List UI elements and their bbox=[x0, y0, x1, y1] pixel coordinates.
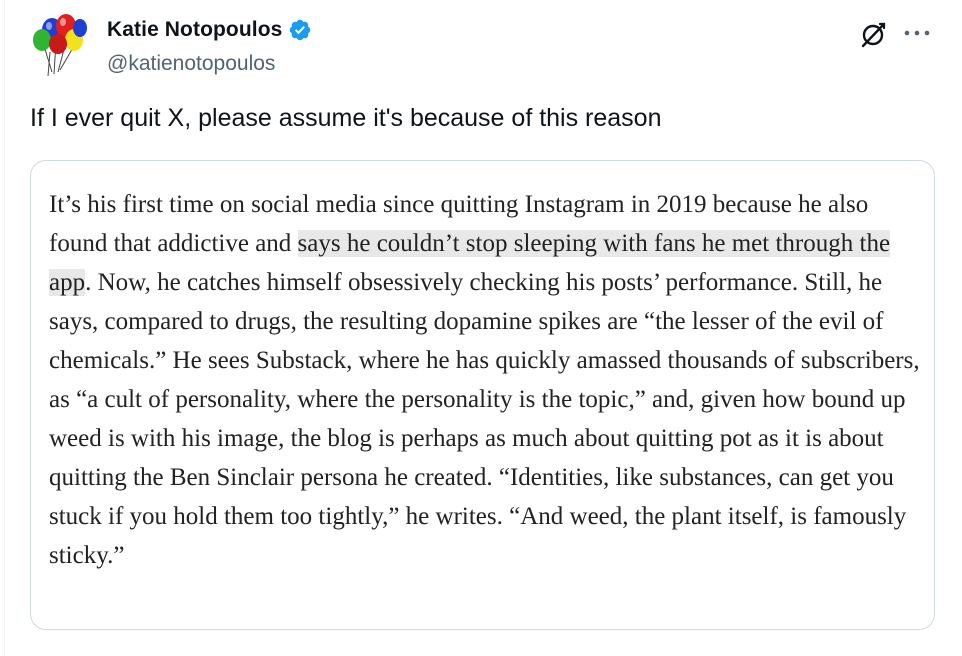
quoted-article-text: It’s his first time on social media sinc… bbox=[49, 185, 929, 575]
attached-image-card[interactable]: It’s his first time on social media sinc… bbox=[30, 160, 935, 630]
author-display-name[interactable]: Katie Notopoulos bbox=[107, 18, 282, 42]
author-handle[interactable]: @katienotopoulos bbox=[107, 52, 275, 76]
author-avatar[interactable] bbox=[30, 12, 90, 80]
article-text-segment: . Now, he catches himself obsessively ch… bbox=[49, 269, 920, 569]
more-options-icon[interactable] bbox=[900, 22, 934, 44]
verified-badge-icon bbox=[290, 19, 311, 41]
grok-icon[interactable] bbox=[858, 20, 888, 50]
balloons-avatar-icon bbox=[33, 14, 87, 77]
author-name-row[interactable]: Katie Notopoulos bbox=[107, 18, 312, 42]
column-divider bbox=[4, 0, 5, 656]
tweet-text: If I ever quit X, please assume it's bec… bbox=[30, 104, 662, 132]
